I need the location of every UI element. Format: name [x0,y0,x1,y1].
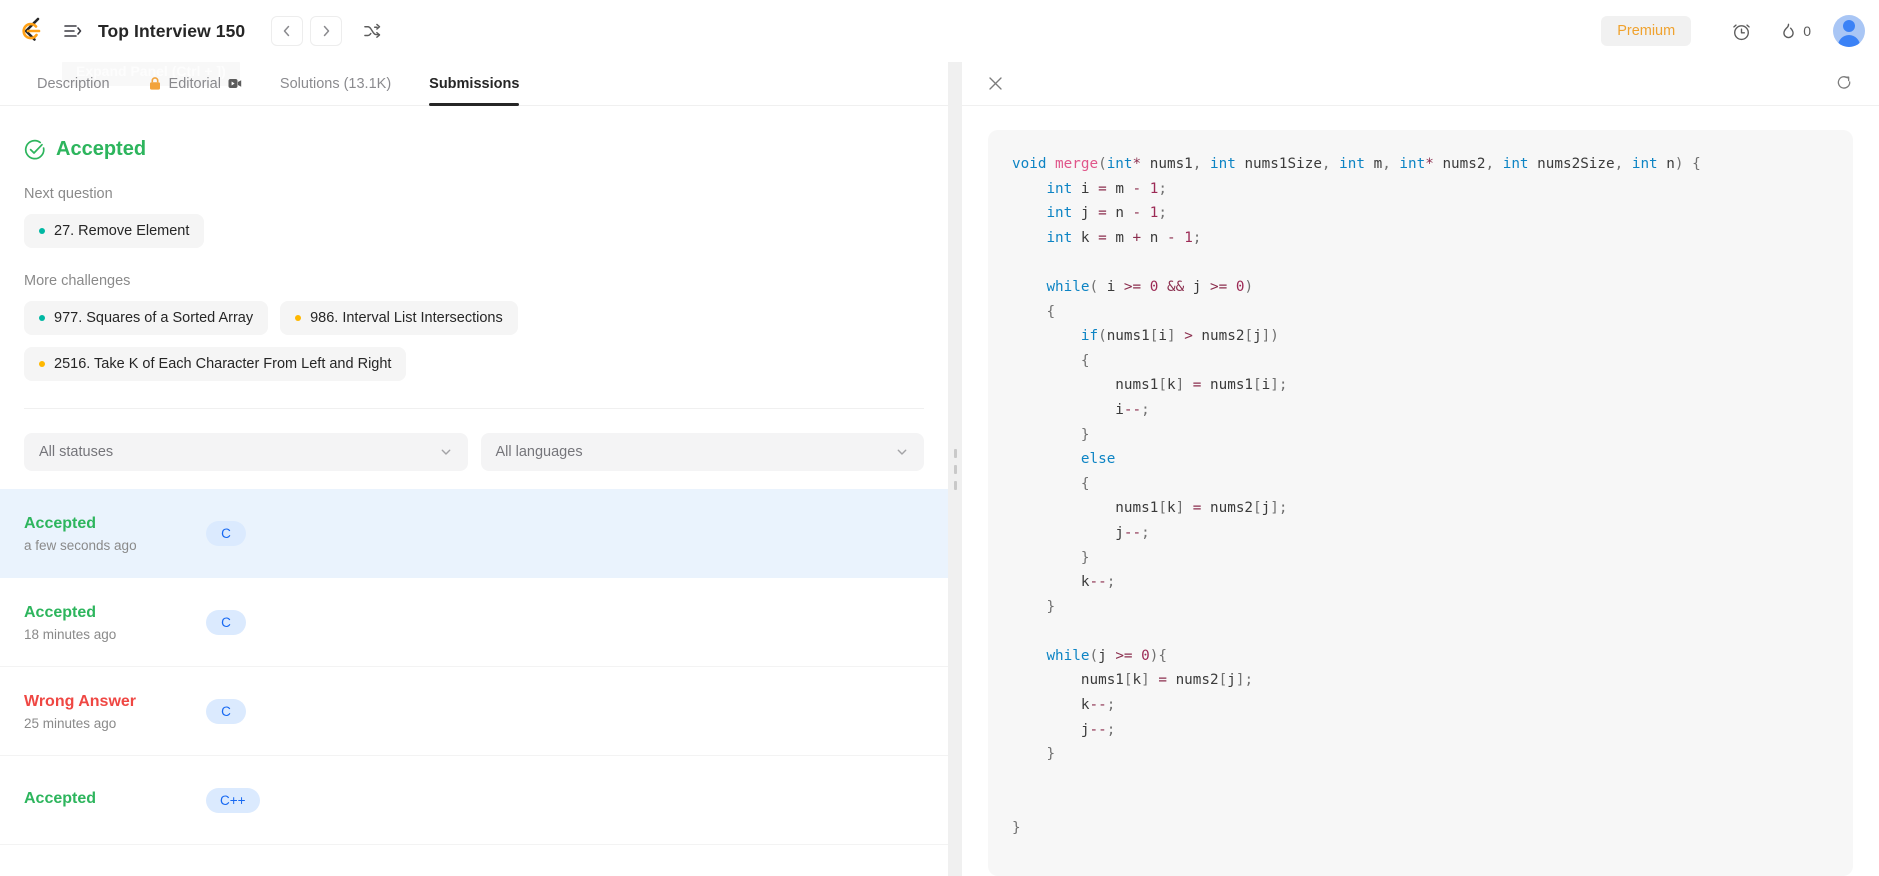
leetcode-logo-icon[interactable] [14,15,46,47]
tab-solutions[interactable]: Solutions (13.1K) [261,62,410,106]
submission-status: Wrong Answer [24,693,137,711]
avatar[interactable] [1833,15,1865,47]
submission-info: Wrong Answer 25 minutes ago [24,691,206,731]
lock-icon [148,76,162,91]
left-panel: Expand Panel (Ctrl + ]) Description Edit… [0,62,948,876]
check-circle-icon [24,139,46,161]
page-title[interactable]: Top Interview 150 [98,21,245,42]
list-item[interactable]: 2516. Take K of Each Character From Left… [24,347,407,381]
problem-title: 27. Remove Element [54,223,190,239]
code-panel-header [962,62,1879,106]
difficulty-dot-icon [39,361,45,367]
language-badge: C [206,609,246,635]
language-badge: C [206,520,246,546]
video-icon [228,78,242,89]
table-row[interactable]: Accepted a few seconds ago C [0,489,948,578]
tab-label: Description [37,75,110,92]
top-header: Top Interview 150 Premium 0 [0,0,1879,62]
code-card: void merge(int* nums1, int nums1Size, in… [988,130,1853,876]
shuffle-icon[interactable] [356,16,388,46]
submission-time: 18 minutes ago [24,626,117,642]
more-challenges-label: More challenges [24,273,131,289]
chevron-down-icon [895,445,909,459]
submission-time: a few seconds ago [24,537,137,553]
table-row[interactable]: Accepted 18 minutes ago C [0,578,948,667]
language-filter-value: All languages [495,444,583,460]
streak-counter[interactable]: 0 [1761,22,1823,41]
submission-status: Accepted [24,515,97,533]
drag-grip-icon [953,448,957,490]
status-badge: Accepted [56,138,147,160]
submission-status: Accepted [24,604,97,622]
submission-result-section: Accepted Next question 27. Remove Elemen… [0,138,948,471]
header-left-group: Top Interview 150 [0,15,388,47]
tab-description[interactable]: Description [18,62,129,106]
submission-info: Accepted [24,788,206,813]
list-item[interactable]: 977. Squares of a Sorted Array [24,301,269,335]
alarm-clock-icon[interactable] [1721,12,1761,50]
tab-label: Solutions (13.1K) [279,75,392,92]
language-filter-select[interactable]: All languages [480,433,924,471]
filter-bar: All statuses All languages [24,433,924,471]
next-question-button[interactable] [310,16,343,46]
list-item[interactable]: 27. Remove Element [24,214,205,248]
panel-resize-handle[interactable] [948,62,962,876]
next-question-label: Next question [24,186,113,202]
table-row[interactable]: Accepted C++ [0,756,948,845]
list-menu-icon[interactable] [58,16,88,46]
chevron-down-icon [439,445,453,459]
list-item[interactable]: 986. Interval List Intersections [280,301,518,335]
tab-editorial[interactable]: Editorial [129,62,261,106]
prev-question-button[interactable] [271,16,304,46]
language-badge: C++ [206,787,260,813]
share-external-icon[interactable] [1831,71,1857,97]
submission-status: Accepted [24,789,97,807]
problem-title: 2516. Take K of Each Character From Left… [54,356,392,372]
difficulty-dot-icon [295,315,302,321]
code-viewer: void merge(int* nums1, int nums1Size, in… [962,106,1879,876]
next-question-list: 27. Remove Element [24,214,924,248]
difficulty-dot-icon [39,228,45,234]
flame-icon [1779,22,1798,41]
submission-info: Accepted a few seconds ago [24,513,206,553]
submission-info: Accepted 18 minutes ago [24,602,206,642]
tab-label: Submissions [429,75,520,92]
submission-time: 25 minutes ago [24,715,117,731]
more-challenges-list-row2: 2516. Take K of Each Character From Left… [24,347,924,381]
submissions-list: Accepted a few seconds ago C Accepted 18… [0,489,948,845]
status-filter-select[interactable]: All statuses [24,433,468,471]
problem-title: 977. Squares of a Sorted Array [54,310,254,326]
close-icon[interactable] [982,71,1008,97]
status-filter-value: All statuses [39,444,114,460]
difficulty-dot-icon [39,315,45,321]
nav-arrows [271,16,343,46]
submission-status-header: Accepted [24,138,924,161]
tab-bar: Expand Panel (Ctrl + ]) Description Edit… [0,62,948,106]
section-divider [24,408,924,409]
problem-title: 986. Interval List Intersections [310,310,503,326]
tab-label: Editorial [168,75,221,92]
table-row[interactable]: Wrong Answer 25 minutes ago C [0,667,948,756]
header-right-group: Premium 0 [1601,12,1879,50]
code-detail-panel: void merge(int* nums1, int nums1Size, in… [962,62,1879,876]
language-badge: C [206,698,246,724]
tab-submissions[interactable]: Submissions [410,62,538,106]
streak-count-label: 0 [1803,23,1811,39]
more-challenges-list: 977. Squares of a Sorted Array 986. Inte… [24,301,924,335]
premium-button[interactable]: Premium [1601,16,1692,46]
submission-code[interactable]: void merge(int* nums1, int nums1Size, in… [1012,152,1853,841]
